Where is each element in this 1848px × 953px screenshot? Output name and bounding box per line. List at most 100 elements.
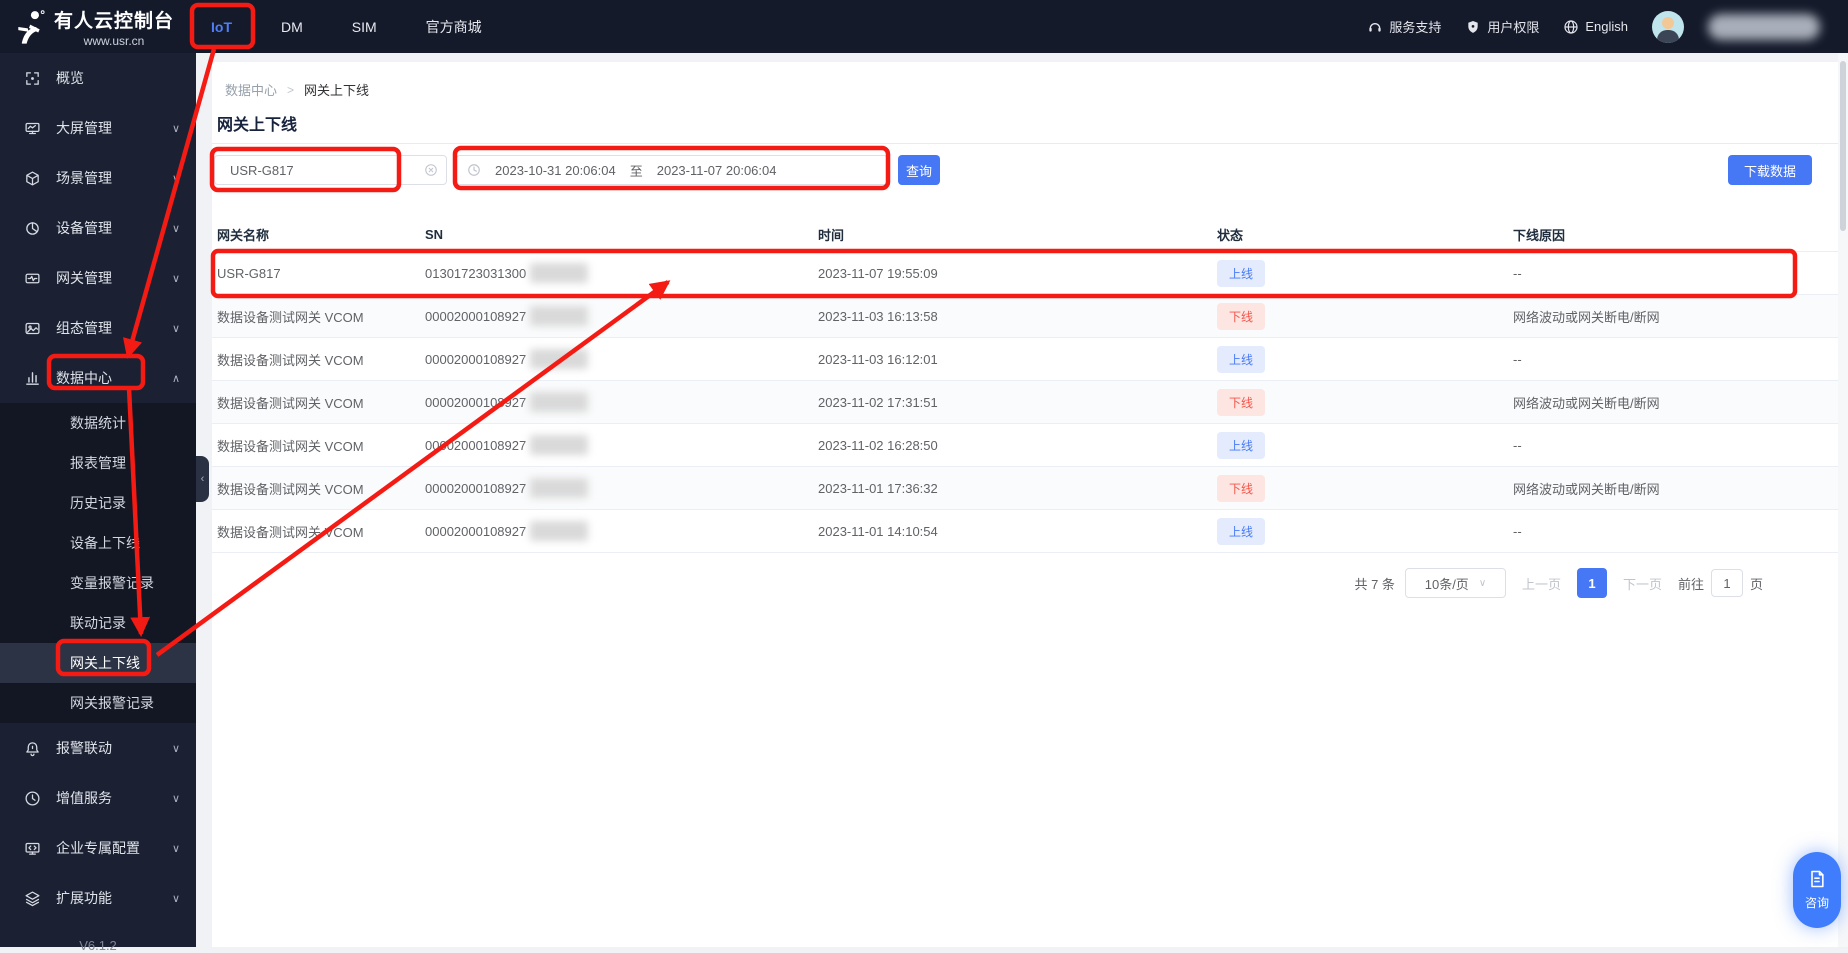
sidebar-item-label: 企业专属配置 — [56, 838, 140, 858]
clear-input-icon[interactable] — [424, 163, 438, 177]
sidebar-item-label: 场景管理 — [56, 168, 112, 188]
sidebar-item[interactable]: 场景管理 ∨ — [0, 153, 196, 203]
sidebar-collapse-handle[interactable]: ‹ — [196, 456, 209, 502]
date-end[interactable]: 2023-11-07 20:06:04 — [657, 163, 777, 178]
table-row[interactable]: 数据设备测试网关 VCOM 00002000108927 2023-11-03 … — [212, 338, 1838, 381]
table-row[interactable]: 数据设备测试网关 VCOM 00002000108927 2023-11-03 … — [212, 295, 1838, 338]
vertical-scrollbar[interactable] — [1838, 53, 1848, 947]
breadcrumb-current: 网关上下线 — [304, 80, 369, 99]
submenu-item[interactable]: 数据统计 — [0, 403, 196, 443]
overview-icon — [24, 70, 41, 87]
table-row[interactable]: 数据设备测试网关 VCOM 00002000108927 2023-11-02 … — [212, 424, 1838, 467]
chevron-icon: ∨ — [172, 322, 180, 335]
scrollbar-thumb[interactable] — [1840, 61, 1846, 231]
cell-reason: -- — [1513, 524, 1838, 539]
sn-redacted — [530, 478, 588, 498]
username-redacted[interactable] — [1708, 14, 1820, 40]
cell-time: 2023-11-07 19:55:09 — [818, 266, 1217, 281]
cell-time: 2023-11-02 16:28:50 — [818, 438, 1217, 453]
enterprise-icon — [24, 840, 41, 857]
breadcrumb-parent[interactable]: 数据中心 — [225, 80, 277, 99]
cell-sn: 01301723031300 — [425, 263, 818, 283]
top-nav-tab[interactable]: 官方商城 — [420, 13, 488, 41]
chevron-icon: ∨ — [172, 122, 180, 135]
consult-chat-button[interactable]: 咨询 — [1793, 852, 1841, 928]
data-center-icon — [24, 370, 41, 387]
avatar-body — [1657, 30, 1679, 43]
cell-sn: 00002000108927 — [425, 478, 818, 498]
top-nav-tabs: IoT DM SIM 官方商城 — [205, 0, 488, 53]
sidebar-item[interactable]: 企业专属配置 ∨ — [0, 823, 196, 873]
top-nav-tab[interactable]: DM — [275, 15, 309, 39]
main-content: 数据中心 > 网关上下线 网关上下线 2023-10-31 20:06:04 至… — [212, 62, 1838, 947]
service-support-link[interactable]: 服务支持 — [1367, 17, 1441, 36]
download-data-button[interactable]: 下载数据 — [1728, 155, 1812, 185]
sn-value: 00002000108927 — [425, 352, 526, 367]
avatar-head — [1662, 17, 1674, 29]
cell-reason: 网络波动或网关断电/断网 — [1513, 393, 1838, 412]
sidebar-item[interactable]: 大屏管理 ∨ — [0, 103, 196, 153]
cell-time: 2023-11-03 16:13:58 — [818, 309, 1217, 324]
sidebar-item[interactable]: 报警联动 ∨ — [0, 723, 196, 773]
sidebar-item-label: 概览 — [56, 68, 84, 88]
col-header-time: 时间 — [818, 225, 1217, 244]
clock-icon — [467, 163, 481, 177]
cell-status: 上线 — [1217, 518, 1513, 545]
cell-reason: -- — [1513, 352, 1838, 367]
date-start[interactable]: 2023-10-31 20:06:04 — [495, 163, 616, 178]
page-size-select[interactable]: 10条/页 ∨ — [1405, 568, 1506, 598]
table-row[interactable]: 数据设备测试网关 VCOM 00002000108927 2023-11-01 … — [212, 467, 1838, 510]
current-page-button[interactable]: 1 — [1577, 568, 1607, 598]
date-range-picker[interactable]: 2023-10-31 20:06:04 至 2023-11-07 20:06:0… — [456, 155, 888, 185]
sn-value: 01301723031300 — [425, 266, 526, 281]
breadcrumb: 数据中心 > 网关上下线 — [225, 80, 369, 99]
query-button[interactable]: 查询 — [898, 155, 940, 185]
submenu-item[interactable]: 网关报警记录 — [0, 683, 196, 723]
chevron-icon: ∨ — [172, 842, 180, 855]
top-bar: 有人云控制台 www.usr.cn IoT DM SIM 官方商城 服务支持 用… — [0, 0, 1848, 53]
sidebar-item[interactable]: 概览 — [0, 53, 196, 103]
sidebar-item[interactable]: 组态管理 ∨ — [0, 303, 196, 353]
gateway-search-input[interactable] — [228, 162, 424, 179]
col-header-status: 状态 — [1217, 225, 1513, 244]
sidebar: 概览 大屏管理 ∨ 场景管理 ∨ 设备管理 ∨ — [0, 53, 196, 947]
sn-value: 00002000108927 — [425, 438, 526, 453]
sidebar-item[interactable]: 网关管理 ∨ — [0, 253, 196, 303]
chevron-icon: ∨ — [172, 172, 180, 185]
table-row[interactable]: 数据设备测试网关 VCOM 00002000108927 2023-11-01 … — [212, 510, 1838, 553]
top-nav-tab[interactable]: IoT — [205, 15, 238, 39]
status-badge: 下线 — [1217, 475, 1265, 502]
gateway-search-box — [214, 155, 447, 185]
submenu-item[interactable]: 联动记录 — [0, 603, 196, 643]
submenu-item[interactable]: 设备上下线 — [0, 523, 196, 563]
user-permission-link[interactable]: 用户权限 — [1465, 17, 1539, 36]
language-switch[interactable]: English — [1563, 19, 1628, 35]
sidebar-item[interactable]: 扩展功能 ∨ — [0, 873, 196, 923]
submenu-item[interactable]: 历史记录 — [0, 483, 196, 523]
submenu-item[interactable]: 网关上下线 — [0, 643, 196, 683]
chevron-icon: ∨ — [172, 272, 180, 285]
sidebar-item[interactable]: 数据中心 ∧ — [0, 353, 196, 403]
chevron-icon: ∨ — [172, 742, 180, 755]
table-row[interactable]: 数据设备测试网关 VCOM 00002000108927 2023-11-02 … — [212, 381, 1838, 424]
sidebar-item[interactable]: 设备管理 ∨ — [0, 203, 196, 253]
user-avatar[interactable] — [1652, 11, 1684, 43]
data-center-submenu: 数据统计 报表管理 历史记录 设备上下线 变量报警记录 联动记录 网关上下线 网… — [0, 403, 196, 723]
top-nav-tab[interactable]: SIM — [346, 15, 383, 39]
cell-gateway-name: 数据设备测试网关 VCOM — [217, 479, 425, 498]
next-page-button[interactable]: 下一页 — [1623, 574, 1662, 593]
submenu-item[interactable]: 报表管理 — [0, 443, 196, 483]
cell-gateway-name: 数据设备测试网关 VCOM — [217, 522, 425, 541]
goto-page-input[interactable] — [1711, 569, 1743, 597]
cell-status: 上线 — [1217, 432, 1513, 459]
status-badge: 上线 — [1217, 346, 1265, 373]
prev-page-button[interactable]: 上一页 — [1522, 574, 1561, 593]
app-url: www.usr.cn — [54, 34, 174, 48]
table-row[interactable]: USR-G817 01301723031300 2023-11-07 19:55… — [212, 252, 1838, 295]
sidebar-item[interactable]: 增值服务 ∨ — [0, 773, 196, 823]
language-label: English — [1585, 19, 1628, 34]
submenu-item[interactable]: 变量报警记录 — [0, 563, 196, 603]
cell-gateway-name: 数据设备测试网关 VCOM — [217, 307, 425, 326]
table-header: 网关名称 SN 时间 状态 下线原因 — [212, 218, 1838, 252]
total-count: 共 7 条 — [1354, 574, 1394, 593]
